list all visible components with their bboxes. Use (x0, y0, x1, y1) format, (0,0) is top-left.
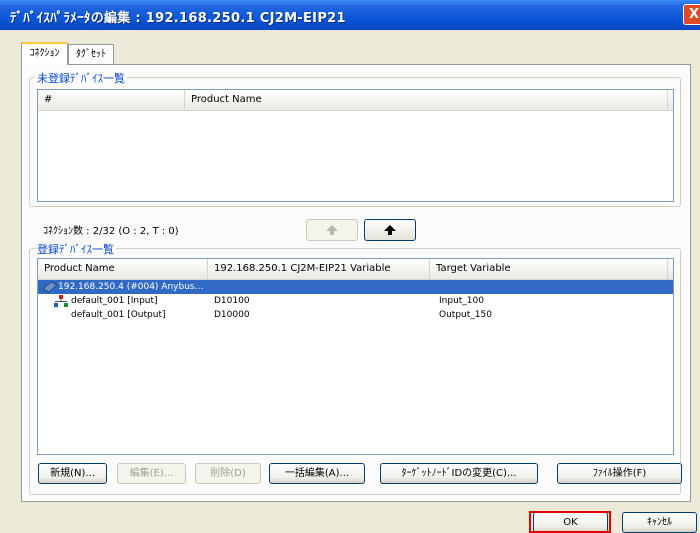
column-header-product-name[interactable]: Product Name (38, 259, 208, 279)
unregistered-devices-list[interactable]: # Product Name (37, 89, 674, 202)
edit-button[interactable]: 編集(E)... (117, 463, 186, 484)
change-target-node-id-button[interactable]: ﾀｰｹﾞｯﾄﾉｰﾄﾞIDの変更(C)... (380, 463, 538, 484)
file-operations-button[interactable]: ﾌｧｲﾙ操作(F) (557, 463, 682, 484)
device-icon (42, 281, 58, 293)
device-row-name: 192.168.250.4 (#004) Anybus... (58, 282, 204, 292)
registered-devices-label: 登録ﾃﾞﾊﾞｲｽ一覧 (35, 241, 116, 257)
column-header-product-name[interactable]: Product Name (185, 90, 668, 110)
column-header-variable[interactable]: 192.168.250.1 CJ2M-EIP21 Variable (208, 259, 430, 279)
connection-row-input[interactable]: default_001 [Input] D10100 Input_100 (38, 294, 673, 308)
window-title: ﾃﾞﾊﾞｲｽﾊﾟﾗﾒｰﾀの編集 : 192.168.250.1 CJ2M-EIP… (10, 11, 346, 26)
connection-name: default_001 [Input] (71, 296, 158, 306)
move-up-icon (326, 225, 338, 235)
connection-variable: D10000 (214, 310, 250, 320)
dialog-window: ﾃﾞﾊﾞｲｽﾊﾟﾗﾒｰﾀの編集 : 192.168.250.1 CJ2M-EIP… (0, 0, 700, 533)
move-up-button[interactable] (306, 219, 358, 241)
connection-count: ｺﾈｸｼｮﾝ数 : 2/32 (O : 2, T : 0) (43, 226, 179, 237)
tab-connection[interactable]: ｺﾈｸｼｮﾝ (21, 42, 68, 65)
connection-icon (54, 295, 68, 307)
cancel-button[interactable]: ｷｬﾝｾﾙ (622, 512, 697, 533)
unregistered-devices-label: 未登録ﾃﾞﾊﾞｲｽ一覧 (35, 70, 127, 86)
connection-target: Input_100 (439, 296, 484, 306)
device-row[interactable]: 192.168.250.4 (#004) Anybus... (38, 280, 673, 294)
connection-row-output[interactable]: default_001 [Output] D10000 Output_150 (38, 308, 673, 322)
column-header-target-variable[interactable]: Target Variable (430, 259, 668, 279)
connection-name: default_001 [Output] (71, 310, 166, 320)
move-down-button[interactable] (364, 219, 416, 241)
move-down-icon (384, 225, 396, 235)
ok-button-highlight (529, 511, 611, 533)
close-button[interactable]: X (683, 4, 700, 25)
batch-edit-button[interactable]: 一括編集(A)... (269, 463, 365, 484)
title-bar[interactable]: ﾃﾞﾊﾞｲｽﾊﾟﾗﾒｰﾀの編集 : 192.168.250.1 CJ2M-EIP… (0, 0, 700, 30)
connection-target: Output_150 (439, 310, 492, 320)
registered-list-header: Product Name 192.168.250.1 CJ2M-EIP21 Va… (38, 259, 673, 280)
column-header-number[interactable]: # (38, 90, 185, 110)
connection-variable: D10100 (214, 296, 250, 306)
delete-button[interactable]: 削除(D) (195, 463, 261, 484)
unregistered-list-header: # Product Name (38, 90, 673, 111)
registered-devices-list[interactable]: Product Name 192.168.250.1 CJ2M-EIP21 Va… (37, 258, 674, 455)
new-button[interactable]: 新規(N)... (38, 463, 107, 484)
tab-tagset[interactable]: ﾀｸﾞｾｯﾄ (68, 44, 114, 64)
